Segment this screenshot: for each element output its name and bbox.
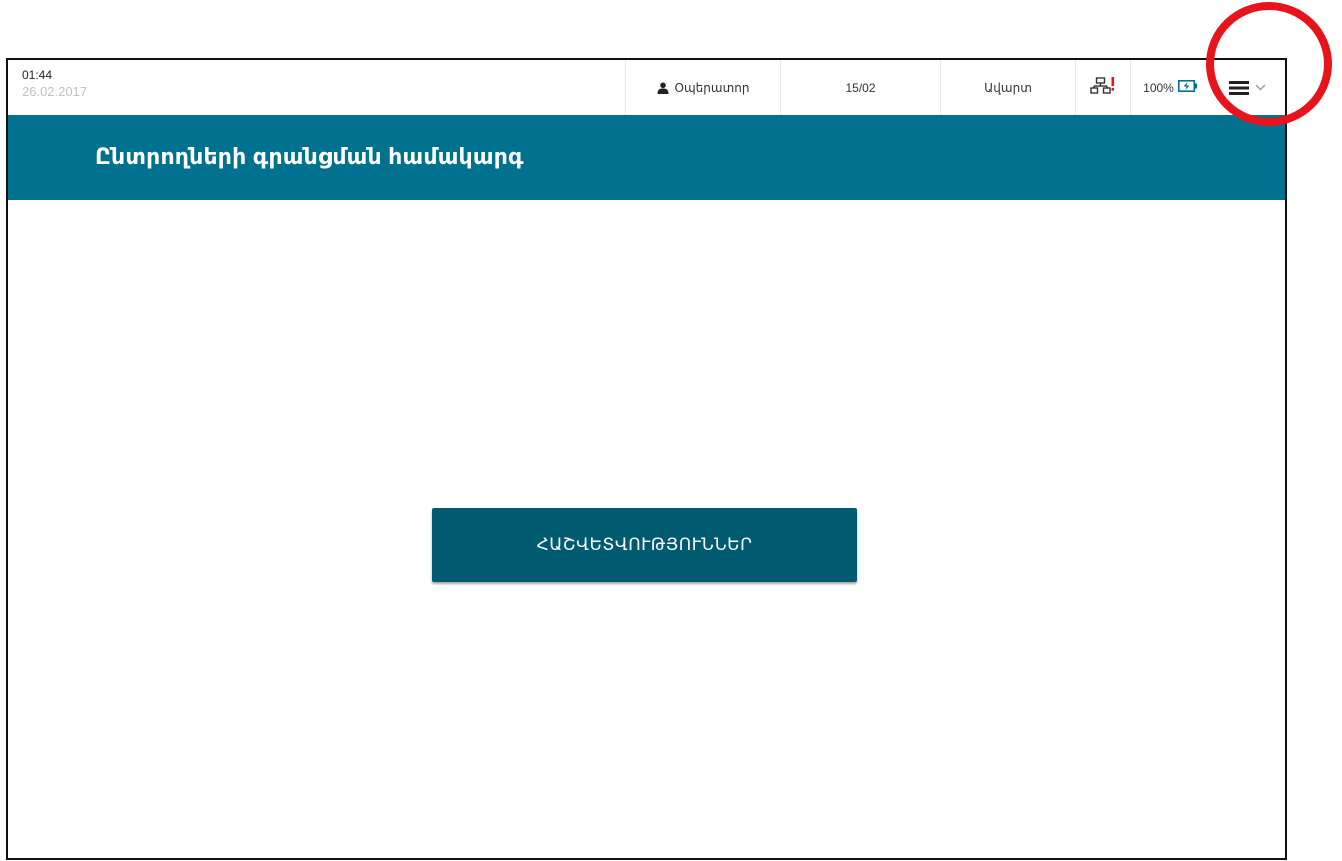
operator-status[interactable]: Օպերատոր <box>625 60 780 115</box>
hamburger-menu-icon <box>1229 80 1249 95</box>
finish-label: Ավարտ <box>984 80 1032 95</box>
app-header: Ընտրողների գրանցման համակարգ <box>8 115 1285 200</box>
registration-counter: 15/02 <box>780 60 940 115</box>
battery-status: 100% <box>1130 60 1210 115</box>
battery-charging-icon <box>1177 80 1198 95</box>
network-alert-icon <box>1090 77 1116 98</box>
user-icon <box>657 82 669 94</box>
page: 01:44 26.02.2017 Օպերատոր 15/02 Ավարտ 10… <box>0 0 1342 861</box>
clock-time: 01:44 <box>22 68 53 82</box>
app-window: 01:44 26.02.2017 Օպերատոր 15/02 Ավարտ 10… <box>6 58 1287 860</box>
clock-date: 26.02.2017 <box>22 84 88 99</box>
network-status[interactable] <box>1075 60 1130 115</box>
page-title: Ընտրողների գրանցման համակարգ <box>95 144 524 169</box>
status-bar: 01:44 26.02.2017 Օպերատոր 15/02 Ավարտ 10… <box>8 60 1285 115</box>
finish-button[interactable]: Ավարտ <box>940 60 1075 115</box>
main-menu-button[interactable] <box>1210 60 1285 115</box>
operator-label: Օպերատոր <box>674 80 750 95</box>
counter-value: 15/02 <box>845 80 876 95</box>
clock: 01:44 26.02.2017 <box>22 69 87 98</box>
reports-button[interactable]: ՀԱՇՎԵՏՎՈՒԹՅՈՒՆՆԵՐ <box>432 508 857 582</box>
battery-level: 100% <box>1143 80 1174 95</box>
chevron-down-icon <box>1255 84 1266 91</box>
